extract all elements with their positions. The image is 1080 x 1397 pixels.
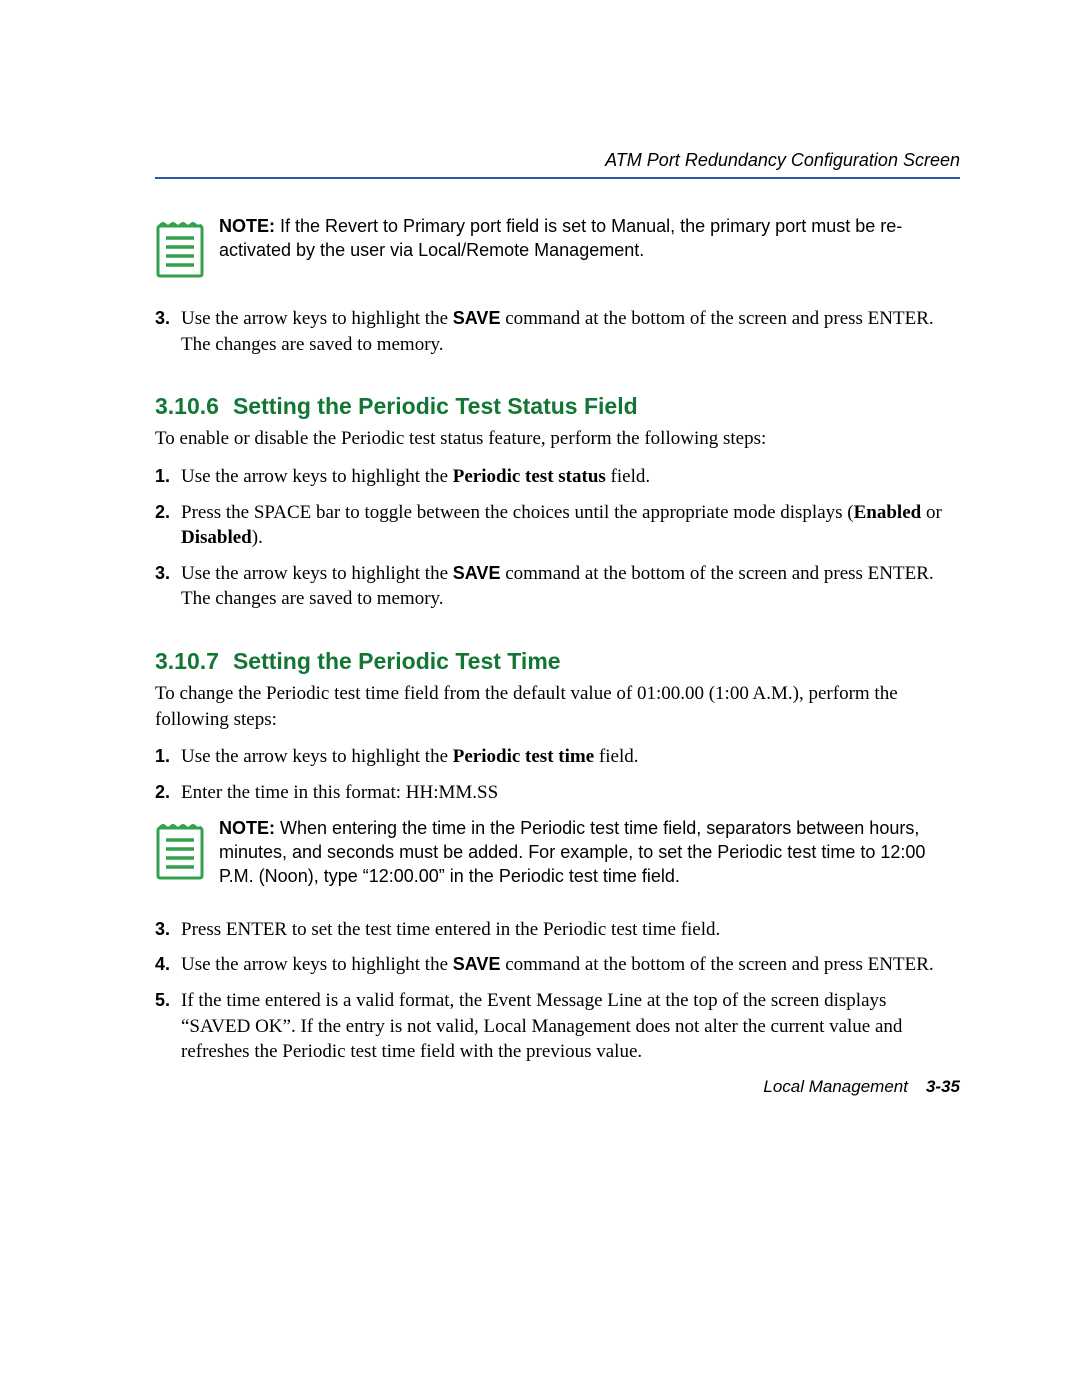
ordered-list: 1. Use the arrow keys to highlight the P… (155, 464, 960, 612)
list-item: 3. Use the arrow keys to highlight the S… (155, 561, 960, 612)
list-number: 5. (155, 988, 181, 1012)
section-number: 3.10.6 (155, 393, 219, 419)
section-title: Setting the Periodic Test Status Field (233, 393, 638, 419)
section-heading: 3.10.7 Setting the Periodic Test Time (155, 648, 960, 675)
list-item: 2. Enter the time in this format: HH:MM.… (155, 780, 960, 806)
page-footer: Local Management 3-35 (763, 1077, 960, 1097)
section-title: Setting the Periodic Test Time (233, 648, 561, 674)
list-number: 3. (155, 917, 181, 941)
note-icon (155, 214, 205, 278)
note-label: NOTE: (219, 818, 275, 838)
list-number: 1. (155, 464, 181, 488)
section-heading: 3.10.6 Setting the Periodic Test Status F… (155, 393, 960, 420)
ordered-list: 3. Press ENTER to set the test time ente… (155, 917, 960, 1065)
note-content: If the Revert to Primary port field is s… (219, 216, 902, 260)
list-item: 1. Use the arrow keys to highlight the P… (155, 464, 960, 490)
section-intro: To enable or disable the Periodic test s… (155, 426, 960, 452)
list-number: 1. (155, 744, 181, 768)
list-item: 5. If the time entered is a valid format… (155, 988, 960, 1065)
note-text: NOTE: When entering the time in the Peri… (219, 816, 960, 889)
list-item: 3. Use the arrow keys to highlight the S… (155, 306, 960, 357)
ordered-list: 1. Use the arrow keys to highlight the P… (155, 744, 960, 805)
page-number: 3-35 (926, 1077, 960, 1096)
list-number: 3. (155, 561, 181, 585)
section-number: 3.10.7 (155, 648, 219, 674)
ordered-list: 3. Use the arrow keys to highlight the S… (155, 306, 960, 357)
footer-label: Local Management (763, 1077, 908, 1096)
list-number: 4. (155, 952, 181, 976)
list-item: 4. Use the arrow keys to highlight the S… (155, 952, 960, 978)
note-block: NOTE: When entering the time in the Peri… (155, 816, 960, 889)
list-number: 2. (155, 780, 181, 804)
note-block: NOTE: If the Revert to Primary port fiel… (155, 214, 960, 278)
page-body: ATM Port Redundancy Configuration Screen… (0, 0, 1080, 1065)
note-icon (155, 816, 205, 880)
list-item: 2. Press the SPACE bar to toggle between… (155, 500, 960, 551)
note-text: NOTE: If the Revert to Primary port fiel… (219, 214, 960, 263)
page-header: ATM Port Redundancy Configuration Screen (155, 150, 960, 179)
section-intro: To change the Periodic test time field f… (155, 681, 960, 732)
list-item: 3. Press ENTER to set the test time ente… (155, 917, 960, 943)
list-number: 3. (155, 306, 181, 330)
list-item: 1. Use the arrow keys to highlight the P… (155, 744, 960, 770)
note-label: NOTE: (219, 216, 275, 236)
note-content: When entering the time in the Periodic t… (219, 818, 925, 887)
list-number: 2. (155, 500, 181, 524)
